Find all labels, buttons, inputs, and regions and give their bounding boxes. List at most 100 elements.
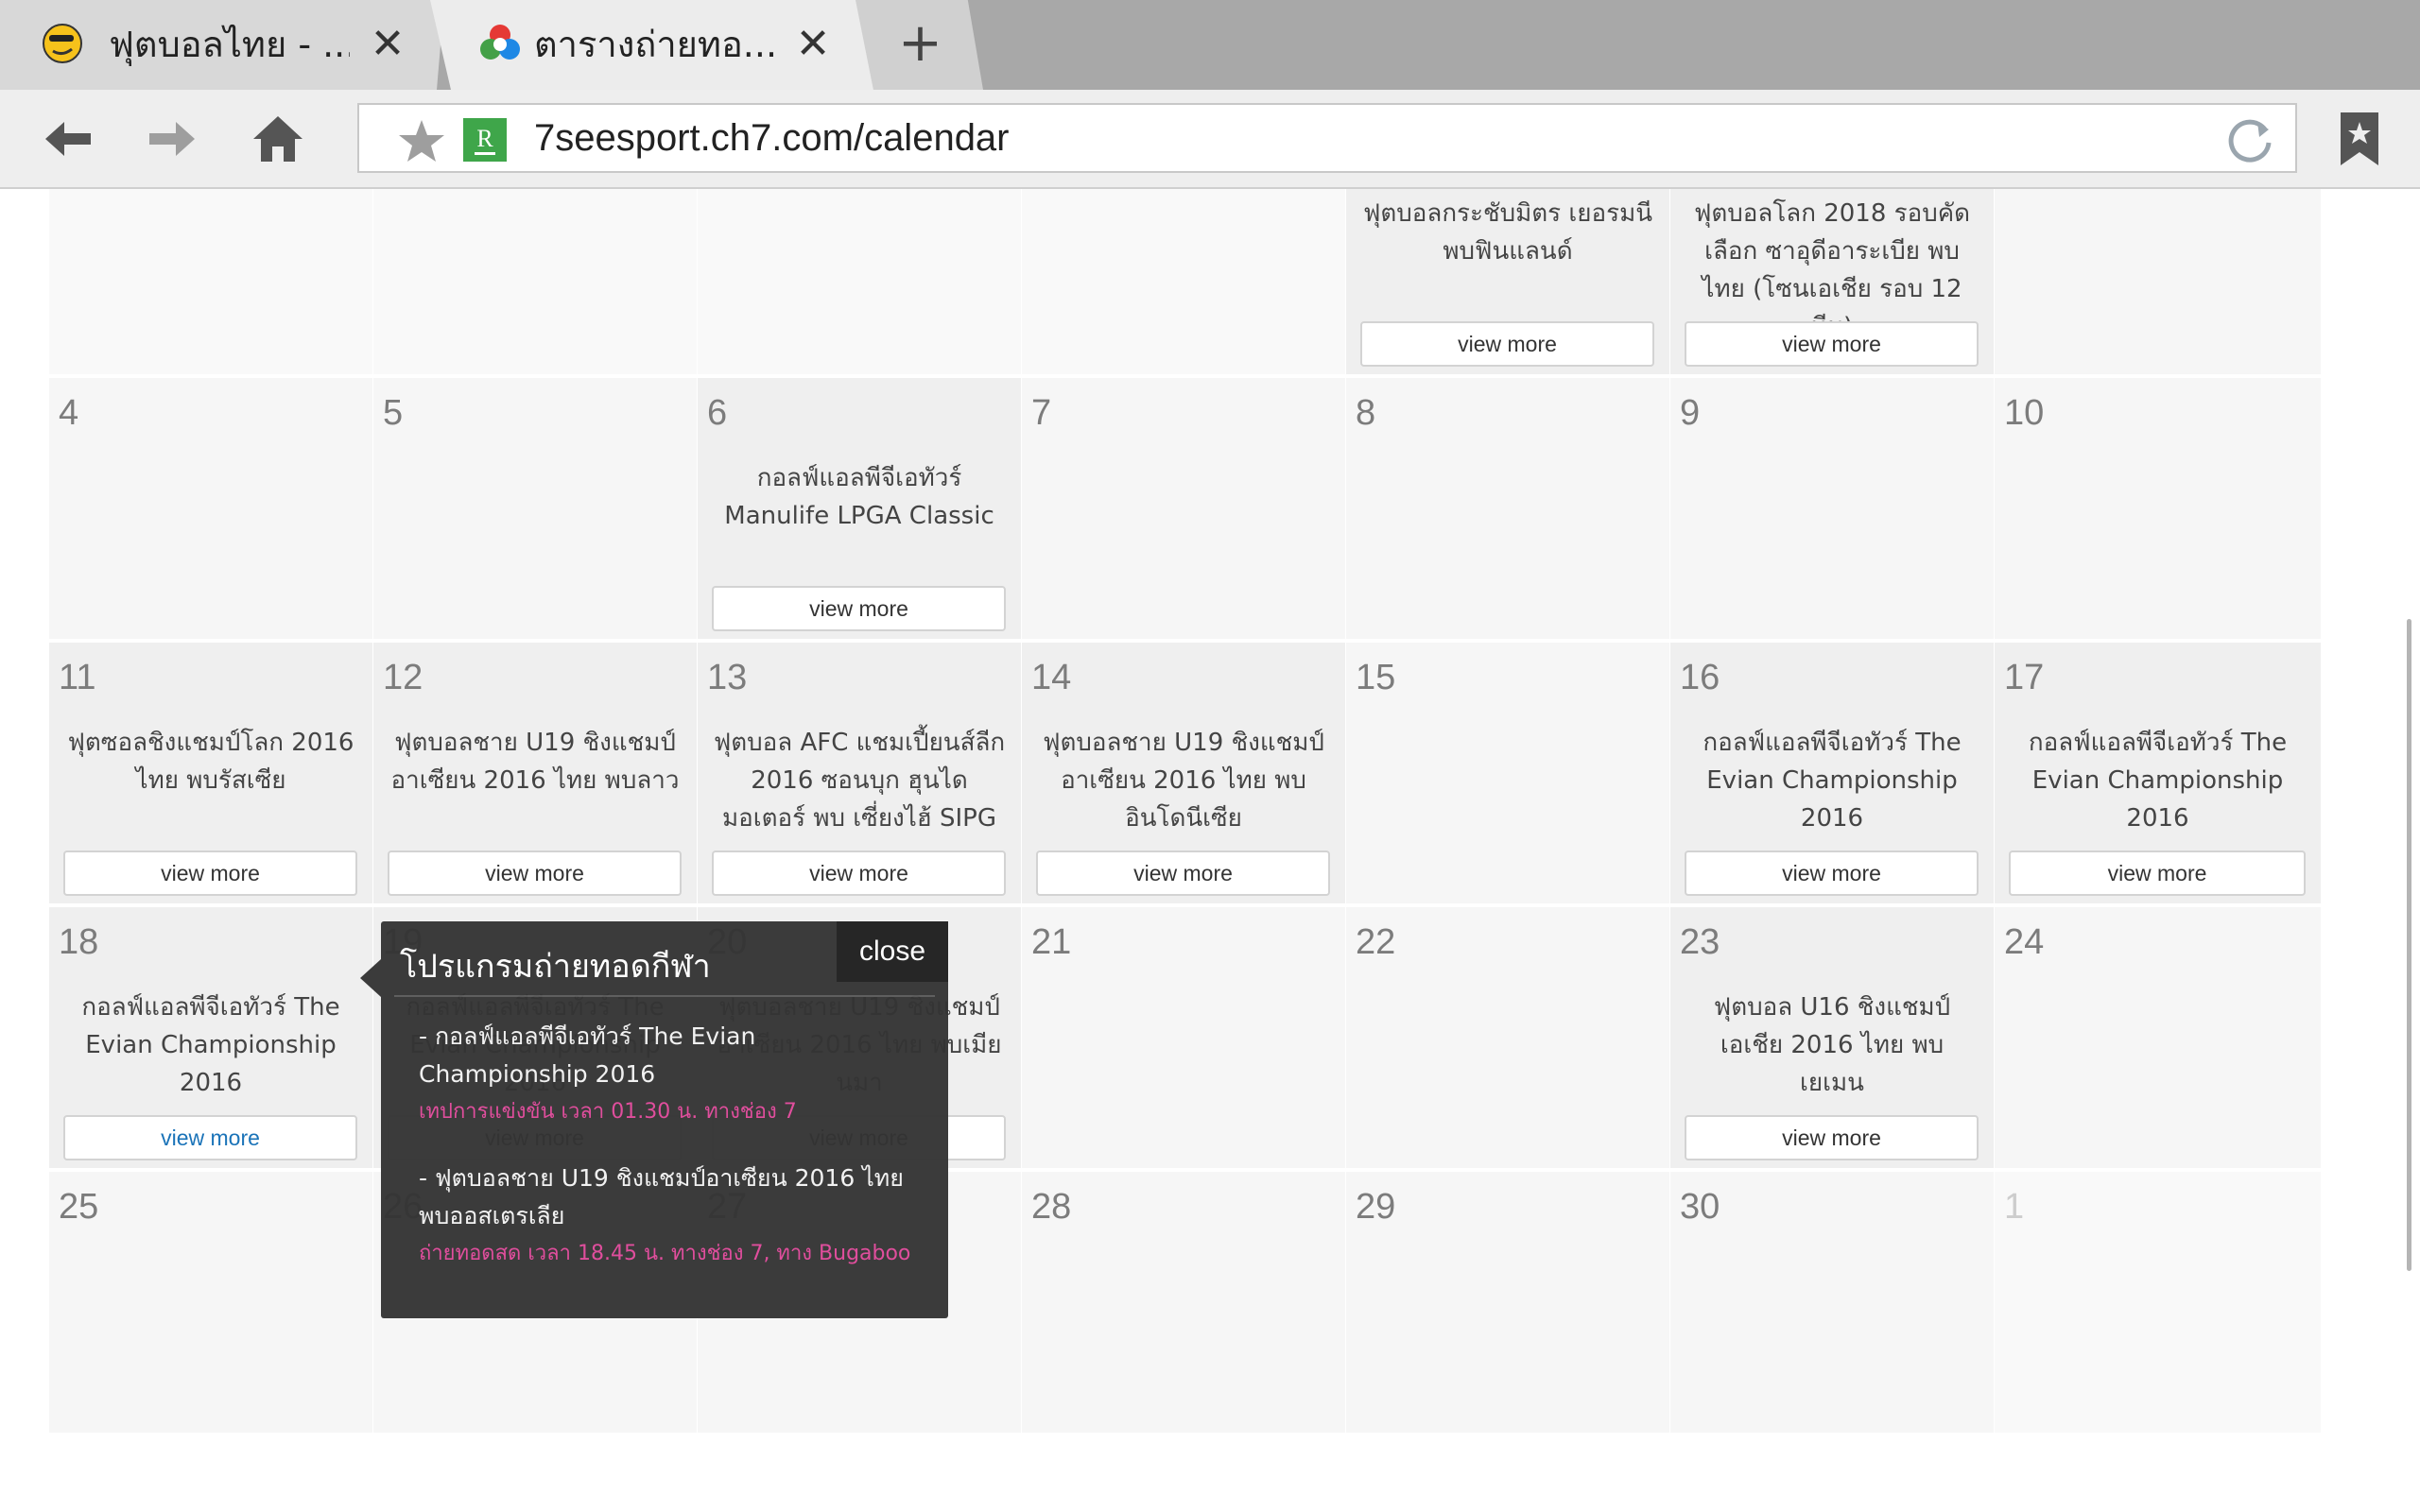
browser-toolbar: R 7seesport.ch7.com/calendar (0, 90, 2420, 189)
url-text: 7seesport.ch7.com/calendar (534, 117, 1010, 159)
calendar-day: 25 (49, 1172, 373, 1435)
calendar-day: 1 (1995, 1172, 2322, 1435)
calendar-day: 14 ฟุตบอลชาย U19 ชิงแชมป์อาเซียน 2016 ไทย… (1022, 643, 1346, 905)
calendar-day: 15 (1346, 643, 1670, 905)
new-tab-button[interactable]: + (856, 0, 983, 90)
page-content: 282930311ฟุตบอลกระชับมิตร เยอรมนี พบฟินแ… (0, 189, 2420, 1512)
popup-item-detail: เทปการแข่งขัน เวลา 01.30 น. ทางช่อง 7 (419, 1100, 797, 1124)
broadcast-popup: โปรแกรมถ่ายทอดกีฬา close - กอลฟ์แอลพีจีเ… (360, 921, 948, 1318)
event-title: กอลฟ์แอลพีจีเอทัวร์ The Evian Championsh… (2028, 729, 2288, 833)
day-number: 4 (59, 393, 79, 433)
calendar-day: 28 (1022, 1172, 1346, 1435)
popup-item-title: - กอลฟ์แอลพีจีเอทัวร์ The Evian Champion… (419, 1022, 756, 1088)
channel7-logo-icon (480, 25, 520, 60)
calendar-week: 11 ฟุตซอลชิงแชมป์โลก 2016 ไทย พบรัสเซีย vi… (49, 643, 2324, 907)
view-more-button[interactable]: view more (63, 850, 357, 896)
day-number: 18 (59, 922, 99, 962)
event-title: ฟุตบอลชาย U19 ชิงแชมป์อาเซียน 2016 ไทย พ… (1043, 729, 1324, 833)
day-number: 9 (1680, 393, 1701, 433)
bookmark-star-icon[interactable] (397, 118, 446, 163)
svg-text:R: R (476, 125, 493, 152)
view-more-button[interactable]: view more (1036, 850, 1330, 896)
calendar-day: 11 ฟุตซอลชิงแชมป์โลก 2016 ไทย พบรัสเซีย vi… (49, 643, 373, 905)
day-number: 11 (59, 658, 96, 697)
calendar-day: 31 (1022, 189, 1346, 376)
day-number: 30 (1680, 1187, 1720, 1227)
view-more-button[interactable]: view more (63, 1115, 357, 1160)
day-number: 5 (383, 393, 404, 433)
day-number: 8 (1356, 393, 1376, 433)
day-number: 7 (1031, 393, 1052, 433)
event-title: กอลฟ์แอลพีจีเอทัวร์ The Evian Championsh… (81, 993, 340, 1097)
calendar-day: 3 (1995, 189, 2322, 376)
calendar-day: 30 (1670, 1172, 1995, 1435)
day-number: 28 (1031, 1187, 1072, 1227)
view-more-button[interactable]: view more (1685, 321, 1979, 367)
tab-football-thai[interactable]: ฟุตบอลไทย - ... ✕ (0, 0, 444, 90)
calendar-day: 23 ฟุตบอล U16 ชิงแชมป์เอเชีย 2016 ไทย พบ … (1670, 907, 1995, 1170)
calendar-day: 30 (698, 189, 1022, 376)
calendar-day: 21 (1022, 907, 1346, 1170)
popup-item: - กอลฟ์แอลพีจีเอทัวร์ The Evian Champion… (419, 1018, 920, 1131)
calendar-day: 13 ฟุตบอล AFC แชมเปี้ยนส์ลีก 2016 ซอนบุก … (698, 643, 1022, 905)
calendar-day: 18 กอลฟ์แอลพีจีเอทัวร์ The Evian Champion… (49, 907, 373, 1170)
tab-close-icon[interactable]: ✕ (364, 21, 411, 68)
tab-title: ฟุตบอลไทย - ... (109, 24, 350, 65)
calendar-day: 4 (49, 378, 373, 641)
view-more-button[interactable]: view more (2009, 850, 2306, 896)
view-more-button[interactable]: view more (388, 850, 682, 896)
view-more-button[interactable]: view more (712, 850, 1006, 896)
tab-calendar[interactable]: ตารางถ่ายทอ... ✕ (430, 0, 874, 90)
calendar-day: 10 (1995, 378, 2322, 641)
calendar-day: 6 กอลฟ์แอลพีจีเอทัวร์ Manulife LPGA Class… (698, 378, 1022, 641)
day-number: 14 (1031, 658, 1072, 697)
popup-pointer (360, 959, 381, 997)
extension-r-icon[interactable]: R (463, 118, 507, 162)
day-number: 6 (707, 393, 728, 433)
home-icon[interactable] (248, 109, 308, 169)
day-number: 25 (59, 1187, 99, 1227)
day-number: 22 (1356, 922, 1396, 962)
popup-item-title: - ฟุตบอลชาย U19 ชิงแชมป์อาเซียน 2016 ไทย… (419, 1164, 904, 1229)
address-bar[interactable]: R 7seesport.ch7.com/calendar (357, 103, 2297, 173)
calendar-day: 7 (1022, 378, 1346, 641)
view-more-button[interactable]: view more (1685, 1115, 1979, 1160)
event-title: ฟุตบอล U16 ชิงแชมป์เอเชีย 2016 ไทย พบ เย… (1713, 993, 1951, 1097)
event-title: ฟุตบอลกระชับมิตร เยอรมนี พบฟินแลนด์ (1362, 199, 1653, 266)
event-title: ฟุตบอลชาย U19 ชิงแชมป์อาเซียน 2016 ไทย พ… (390, 729, 680, 795)
tab-close-icon[interactable]: ✕ (789, 21, 837, 68)
view-more-button[interactable]: view more (1685, 850, 1979, 896)
event-title: ฟุตซอลชิงแชมป์โลก 2016 ไทย พบรัสเซีย (67, 729, 354, 795)
calendar-day: 12 ฟุตบอลชาย U19 ชิงแชมป์อาเซียน 2016 ไทย… (373, 643, 698, 905)
calendar-day: 1ฟุตบอลกระชับมิตร เยอรมนี พบฟินแลนด์view… (1346, 189, 1670, 376)
day-number: 29 (1356, 1187, 1396, 1227)
calendar-day: 5 (373, 378, 698, 641)
day-number: 24 (2004, 922, 2045, 962)
emoji-face-icon (43, 24, 82, 63)
bookmarks-icon[interactable] (2333, 109, 2386, 169)
day-number: 17 (2004, 658, 2045, 697)
popup-item-detail: ถ่ายทอดสด เวลา 18.45 น. ทางช่อง 7, ทาง B… (419, 1242, 911, 1265)
day-number: 1 (2004, 1187, 2025, 1227)
popup-close-button[interactable]: close (837, 921, 948, 982)
page-scrollbar[interactable] (2407, 619, 2411, 1271)
tab-title: ตารางถ่ายทอ... (534, 24, 775, 65)
calendar-day: 17 กอลฟ์แอลพีจีเอทัวร์ The Evian Champion… (1995, 643, 2322, 905)
day-number: 23 (1680, 922, 1720, 962)
day-number: 16 (1680, 658, 1720, 697)
calendar-day: 16 กอลฟ์แอลพีจีเอทัวร์ The Evian Champion… (1670, 643, 1995, 905)
back-arrow-icon[interactable] (38, 109, 98, 169)
calendar-week: 282930311ฟุตบอลกระชับมิตร เยอรมนี พบฟินแ… (49, 189, 2324, 378)
forward-arrow-icon[interactable] (142, 109, 202, 169)
view-more-button[interactable]: view more (712, 586, 1006, 631)
reload-icon[interactable] (2225, 114, 2276, 165)
calendar-day: 8 (1346, 378, 1670, 641)
plus-icon: + (898, 12, 942, 74)
calendar-day: 29 (373, 189, 698, 376)
view-more-button[interactable]: view more (1360, 321, 1654, 367)
event-title: ฟุตบอล AFC แชมเปี้ยนส์ลีก 2016 ซอนบุก ฮุ… (713, 729, 1006, 833)
calendar-week: 4 5 6 กอลฟ์แอลพีจีเอทัวร์ Manulife LPGA Cla… (49, 378, 2324, 643)
popup-title: โปรแกรมถ่ายทอดกีฬา (400, 948, 711, 986)
day-number: 12 (383, 658, 424, 697)
calendar-day: 2ฟุตบอลโลก 2018 รอบคัดเลือก ซาอุดีอาระเบ… (1670, 189, 1995, 376)
